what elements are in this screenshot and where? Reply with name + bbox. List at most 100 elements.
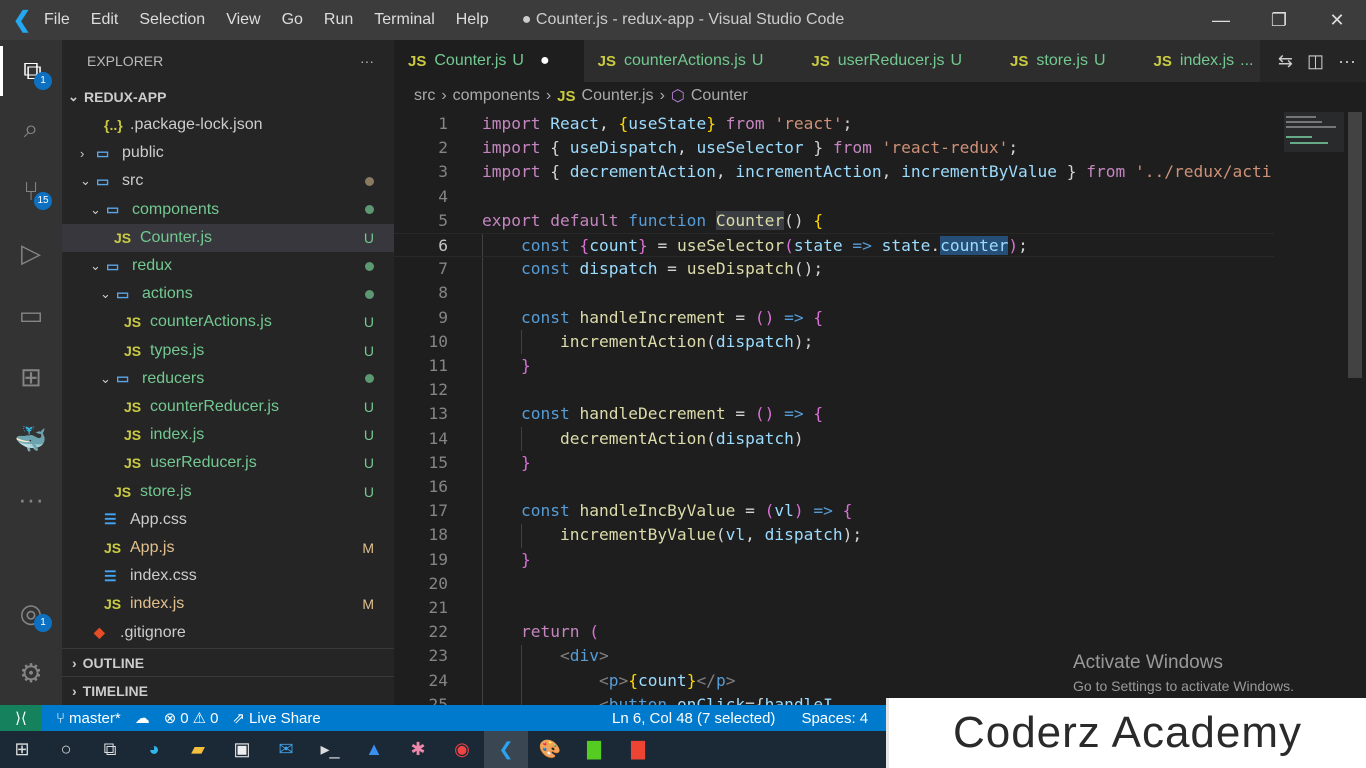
activity-bar: ⧉ 1 ⌕ ⑂ 15 ▷ ▭ ⊞ 🐳 ··· ◎ 1 ⚙: [0, 40, 62, 705]
tree-item[interactable]: ⌄ ▭ actions: [62, 280, 394, 308]
extensions-icon[interactable]: ⊞: [0, 352, 62, 402]
run-debug-icon[interactable]: ▷: [0, 228, 62, 278]
camtasia-red-icon[interactable]: ▇: [616, 731, 660, 768]
minimize-button[interactable]: —: [1192, 0, 1250, 40]
tree-item[interactable]: {..} .package-lock.json: [62, 111, 394, 139]
code-token: =>: [774, 307, 814, 327]
breadcrumb-file[interactable]: Counter.js: [582, 87, 654, 105]
folder-file-icon: ▭: [116, 370, 130, 387]
settings-gear-icon[interactable]: ⚙: [0, 648, 62, 698]
js-file-icon: JS: [1010, 52, 1029, 70]
mail-icon[interactable]: ✉: [264, 731, 308, 768]
code-editor[interactable]: 1 import React, {useState} from 'react'; 2…: [394, 112, 1278, 705]
menu-help[interactable]: Help: [456, 11, 489, 28]
unsaved-dot-icon[interactable]: ●: [540, 52, 550, 70]
code-token: ,: [676, 138, 697, 158]
tab-counteractions-js[interactable]: JS counterActions.js U: [583, 40, 798, 82]
docker-icon[interactable]: 🐳: [0, 414, 62, 464]
menu-file[interactable]: File: [44, 11, 70, 28]
tree-item[interactable]: JS userReducer.js U: [62, 449, 394, 477]
tree-item[interactable]: JS App.js M: [62, 534, 394, 562]
indentation[interactable]: Spaces: 4: [801, 710, 868, 727]
split-editor-icon[interactable]: ◫: [1307, 51, 1324, 72]
app-icon[interactable]: ▲: [352, 731, 396, 768]
menu-view[interactable]: View: [226, 11, 260, 28]
outline-section[interactable]: › OUTLINE: [62, 648, 394, 676]
cursor-position[interactable]: Ln 6, Col 48 (7 selected): [612, 710, 775, 727]
tree-item[interactable]: JS index.js U: [62, 421, 394, 449]
code-token: ,: [715, 162, 736, 182]
menu-go[interactable]: Go: [282, 11, 303, 28]
explorer-icon[interactable]: ⧉ 1: [0, 46, 62, 96]
more-icon[interactable]: ···: [0, 474, 62, 524]
tree-item[interactable]: JS counterReducer.js U: [62, 393, 394, 421]
windows-start-icon[interactable]: ⊞: [0, 731, 44, 768]
tab-store-js[interactable]: JS store.js U: [996, 40, 1140, 82]
branch-indicator[interactable]: ⑂ master*: [56, 710, 121, 727]
code-line: 14 decrementAction(dispatch): [394, 427, 1274, 451]
camtasia-green-icon[interactable]: ▇: [572, 731, 616, 768]
tree-item[interactable]: JS Counter.js U: [62, 223, 394, 252]
tree-item[interactable]: ☰ index.css: [62, 562, 394, 590]
tree-item[interactable]: JS index.js M: [62, 590, 394, 618]
tab-userreducer-js[interactable]: JS userReducer.js U: [797, 40, 997, 82]
tab-index-js[interactable]: JS index.js...: [1139, 40, 1260, 82]
remote-explorer-icon[interactable]: ▭: [0, 290, 62, 340]
chrome-icon[interactable]: ◉: [440, 731, 484, 768]
file-explorer-icon[interactable]: ▰: [176, 731, 220, 768]
close-button[interactable]: ✕: [1308, 0, 1366, 40]
menu-selection[interactable]: Selection: [139, 11, 205, 28]
tab-counter-js[interactable]: JS Counter.js U ●: [394, 40, 584, 82]
timeline-section[interactable]: › TIMELINE: [62, 676, 394, 704]
tree-item[interactable]: ⌄ ▭ reducers: [62, 365, 394, 393]
tree-item[interactable]: › ▭ public: [62, 139, 394, 167]
line-number: 9: [438, 307, 448, 327]
search-circle-icon[interactable]: ○: [44, 731, 88, 768]
code-token: (: [706, 428, 716, 448]
tree-item[interactable]: JS types.js U: [62, 337, 394, 365]
menu-run[interactable]: Run: [324, 11, 353, 28]
menu-edit[interactable]: Edit: [91, 11, 119, 28]
line-number: 19: [428, 549, 449, 569]
tree-item[interactable]: JS store.js U: [62, 478, 394, 506]
live-share-button[interactable]: ⇗ Live Share: [232, 709, 320, 728]
breadcrumb-symbol[interactable]: Counter: [691, 87, 748, 105]
project-root[interactable]: ⌄ REDUX-APP: [62, 83, 394, 111]
code-token: ={: [745, 694, 765, 705]
code-token: }: [803, 138, 833, 158]
search-icon[interactable]: ⌕: [0, 104, 62, 154]
accounts-icon[interactable]: ◎ 1: [0, 588, 62, 638]
code-token: vl: [774, 501, 794, 521]
tree-item[interactable]: ☰ App.css: [62, 506, 394, 534]
paint-icon[interactable]: 🎨: [528, 731, 572, 768]
edge-icon[interactable]: ◕: [132, 731, 176, 768]
terminal-icon[interactable]: ▸_: [308, 731, 352, 768]
tree-item[interactable]: ⌄ ▭ src: [62, 167, 394, 195]
slack-icon[interactable]: ✱: [396, 731, 440, 768]
vscode-taskbar-icon[interactable]: ❮: [484, 731, 528, 768]
tab-label: Counter.js: [434, 52, 507, 69]
tree-item[interactable]: JS counterActions.js U: [62, 308, 394, 336]
source-control-icon[interactable]: ⑂ 15: [0, 166, 62, 216]
editor-scrollbar[interactable]: [1348, 112, 1362, 378]
store-icon[interactable]: ▣: [220, 731, 264, 768]
tree-item[interactable]: ⌄ ▭ redux: [62, 252, 394, 280]
open-changes-icon[interactable]: ⇆: [1278, 51, 1293, 72]
sync-icon[interactable]: ☁: [135, 709, 150, 727]
restore-button[interactable]: ❐: [1250, 0, 1308, 40]
more-actions-icon[interactable]: ···: [1338, 51, 1356, 72]
remote-indicator-icon[interactable]: ⟩⟨: [0, 705, 42, 731]
code-token: (): [754, 307, 775, 327]
tree-item[interactable]: ◆ .gitignore: [62, 619, 394, 647]
problems-indicator[interactable]: ⊗ 0 ⚠ 0: [164, 709, 219, 728]
menu-terminal[interactable]: Terminal: [374, 11, 434, 28]
explorer-more-button[interactable]: ···: [360, 53, 374, 69]
js-file-icon: JS: [124, 455, 142, 472]
outline-label: OUTLINE: [82, 654, 145, 671]
task-view-icon[interactable]: ⧉: [88, 731, 132, 768]
code-token: state: [881, 236, 931, 255]
breadcrumb-components[interactable]: components: [453, 87, 540, 105]
minimap[interactable]: [1280, 112, 1352, 705]
breadcrumb-src[interactable]: src: [414, 87, 435, 105]
tree-item[interactable]: ⌄ ▭ components: [62, 196, 394, 224]
